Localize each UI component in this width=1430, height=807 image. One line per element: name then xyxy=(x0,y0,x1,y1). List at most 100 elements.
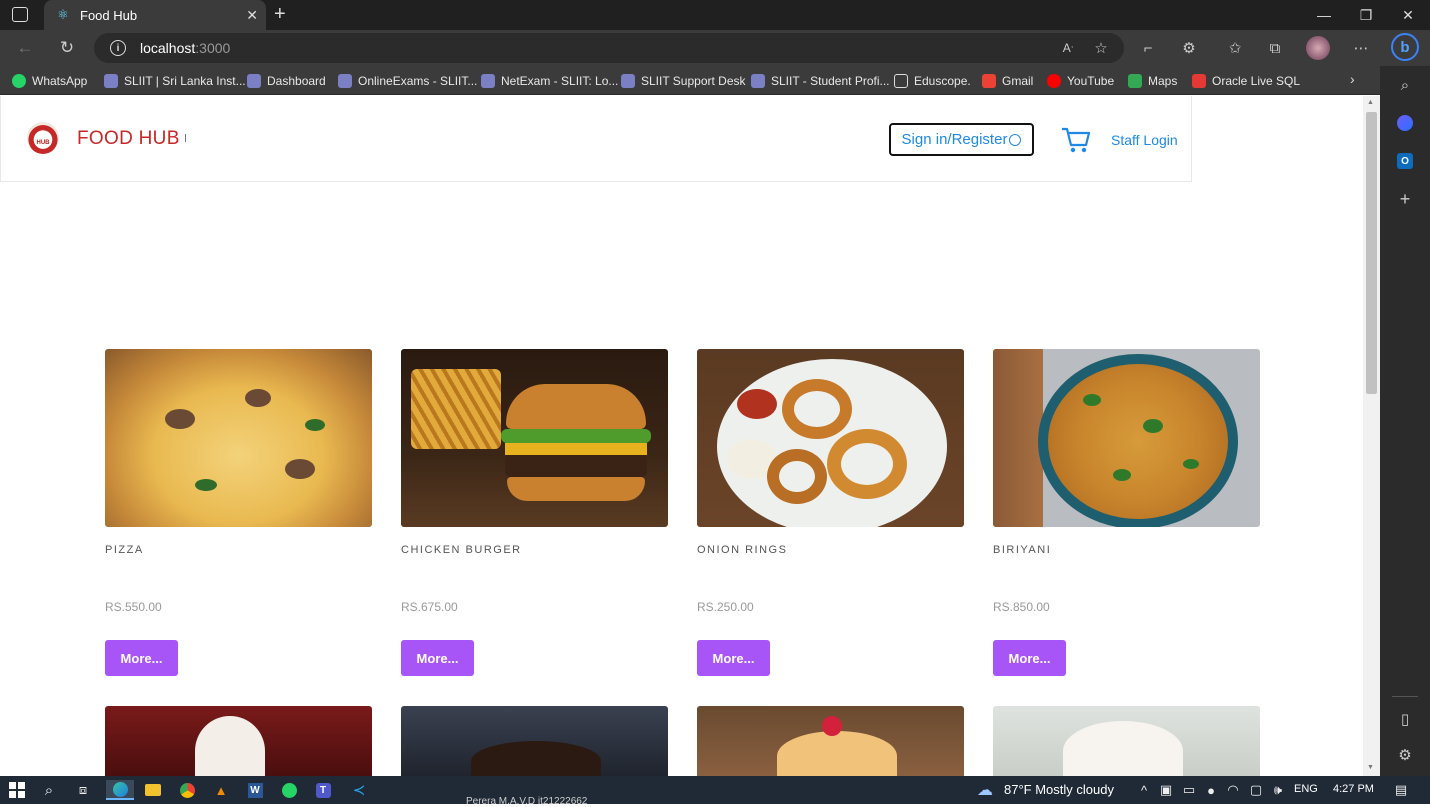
product-name: ONION RINGS xyxy=(697,544,788,556)
more-button[interactable]: More... xyxy=(401,640,474,676)
add-icon[interactable]: + xyxy=(1392,186,1418,212)
bookmark-eduscope[interactable]: Eduscope. xyxy=(894,71,971,91)
search-icon[interactable]: ⌕ xyxy=(1392,72,1418,98)
minimize-icon[interactable]: — xyxy=(1302,0,1346,30)
bookmark-sliit[interactable]: SLIIT | Sri Lanka Inst... xyxy=(104,71,246,91)
bing-chat-icon[interactable]: b xyxy=(1391,33,1419,61)
bookmark-youtube[interactable]: YouTube xyxy=(1047,71,1114,91)
react-icon: ⚛ xyxy=(57,7,69,22)
pizza-image[interactable] xyxy=(105,349,372,527)
chevron-right-icon[interactable]: › xyxy=(1350,71,1355,87)
copilot-icon[interactable] xyxy=(1392,110,1418,136)
collections-icon[interactable]: ⧉ xyxy=(1262,36,1288,60)
scroll-thumb[interactable] xyxy=(1366,112,1377,394)
cloud-icon: ☁ xyxy=(977,782,993,799)
onion-rings-image[interactable] xyxy=(697,349,964,527)
shield-icon xyxy=(481,74,495,88)
brand-name[interactable]: FOOD HUB xyxy=(77,128,180,150)
chrome-icon[interactable] xyxy=(176,780,198,800)
add-favorite-icon[interactable]: ☆ xyxy=(1088,36,1114,60)
whatsapp-icon[interactable] xyxy=(278,780,300,800)
profile-avatar[interactable] xyxy=(1306,36,1330,60)
shield-icon xyxy=(104,74,118,88)
more-button[interactable]: More... xyxy=(993,640,1066,676)
teams-icon[interactable]: T xyxy=(312,780,334,800)
extensions-icon[interactable]: ⚙ xyxy=(1176,36,1202,60)
display-icon[interactable]: ▢ xyxy=(1245,780,1267,800)
cart-icon[interactable] xyxy=(1061,126,1091,154)
bookmark-maps[interactable]: Maps xyxy=(1128,71,1177,91)
new-tab-icon[interactable]: + xyxy=(274,3,286,26)
sign-in-register-button[interactable]: Sign in/Register xyxy=(889,123,1034,156)
scroll-down-icon[interactable]: ▼ xyxy=(1367,764,1374,771)
settings-icon[interactable]: ⚙ xyxy=(1392,742,1418,768)
product-image-dessert-2[interactable] xyxy=(401,706,668,776)
bookmark-netexam[interactable]: NetExam - SLIIT: Lo... xyxy=(481,71,618,91)
bookmarks-bar: WhatsApp SLIIT | Sri Lanka Inst... Dashb… xyxy=(0,66,1380,95)
product-image-dessert-1[interactable] xyxy=(105,706,372,776)
volume-icon[interactable]: 🕪 xyxy=(1267,780,1289,800)
bookmark-dashboard[interactable]: Dashboard xyxy=(247,71,326,91)
refresh-icon[interactable]: ↻ xyxy=(54,36,80,60)
product-card-pizza: PIZZA RS.550.00 More... xyxy=(105,349,372,676)
product-name: BIRIYANI xyxy=(993,544,1052,556)
product-image-cupcakes[interactable] xyxy=(993,706,1260,776)
favorites-icon[interactable]: ✩ xyxy=(1222,36,1248,60)
sidebar-panel-icon[interactable]: ▯ xyxy=(1392,706,1418,732)
bookmark-whatsapp[interactable]: WhatsApp xyxy=(12,71,87,91)
staff-login-link[interactable]: Staff Login xyxy=(1111,132,1178,148)
page-scrollbar[interactable]: ▲ ▼ xyxy=(1363,96,1380,776)
bookmark-gmail[interactable]: Gmail xyxy=(982,71,1033,91)
microphone-icon[interactable]: ● xyxy=(1200,780,1222,800)
url-input[interactable]: i localhost:3000 xyxy=(94,33,1124,63)
chevron-up-icon[interactable]: ^ xyxy=(1133,780,1155,800)
tab-actions-icon[interactable] xyxy=(12,7,28,22)
read-aloud-icon[interactable]: Aᐧ xyxy=(1055,36,1081,60)
notifications-icon[interactable]: ▤ xyxy=(1390,780,1412,800)
product-image-pancakes[interactable] xyxy=(697,706,964,776)
maps-icon xyxy=(1128,74,1142,88)
bookmark-support-desk[interactable]: SLIIT Support Desk xyxy=(621,71,746,91)
battery-icon[interactable]: ▭ xyxy=(1178,780,1200,800)
bookmark-oracle[interactable]: Oracle Live SQL xyxy=(1192,71,1300,91)
windows-taskbar: ⌕ ⧈ ▲ W T ≺ Perera M.A.V.D it21222662 ☁ … xyxy=(0,776,1430,807)
tab-food-hub[interactable]: ⚛ Food Hub ✕ xyxy=(44,0,266,30)
scroll-up-icon[interactable]: ▲ xyxy=(1367,99,1374,106)
oracle-icon xyxy=(1192,74,1206,88)
search-icon[interactable]: ⌕ xyxy=(38,780,60,800)
restore-icon[interactable]: ❐ xyxy=(1344,0,1388,30)
product-card-biriyani: BIRIYANI RS.850.00 More... xyxy=(993,349,1260,676)
chicken-burger-image[interactable] xyxy=(401,349,668,527)
biriyani-image[interactable] xyxy=(993,349,1260,527)
product-price: RS.250.00 xyxy=(697,600,754,614)
edge-icon[interactable] xyxy=(106,780,134,800)
outlook-icon[interactable]: O xyxy=(1392,148,1418,174)
clock[interactable]: 4:27 PM xyxy=(1333,783,1374,795)
file-explorer-icon[interactable] xyxy=(142,780,164,800)
meet-now-icon[interactable]: ▣ xyxy=(1155,780,1177,800)
word-icon[interactable]: W xyxy=(244,780,266,800)
shield-icon xyxy=(247,74,261,88)
vlc-icon[interactable]: ▲ xyxy=(210,780,232,800)
site-info-icon[interactable]: i xyxy=(110,40,126,56)
windows-start-icon[interactable] xyxy=(6,780,28,800)
product-name: CHICKEN BURGER xyxy=(401,544,522,556)
extension-icon[interactable]: ⌐ xyxy=(1135,36,1161,60)
address-bar-row: ← ↻ i localhost:3000 Aᐧ ☆ ⌐ ⚙ ✩ ⧉ ⋯ b xyxy=(0,30,1430,66)
wifi-icon[interactable]: ◠ xyxy=(1222,780,1244,800)
language-indicator[interactable]: ENG xyxy=(1294,783,1318,795)
vscode-icon[interactable]: ≺ xyxy=(348,780,370,800)
back-icon[interactable]: ← xyxy=(12,36,38,60)
bookmark-onlineexams[interactable]: OnlineExams - SLIIT... xyxy=(338,71,477,91)
more-button[interactable]: More... xyxy=(697,640,770,676)
bookmark-student-profile[interactable]: SLIIT - Student Profi... xyxy=(751,71,890,91)
teams-preview-text[interactable]: Perera M.A.V.D it21222662 xyxy=(466,796,587,807)
food-hub-logo[interactable]: HUB xyxy=(27,122,59,154)
more-menu-icon[interactable]: ⋯ xyxy=(1348,36,1374,60)
more-button[interactable]: More... xyxy=(105,640,178,676)
close-tab-icon[interactable]: ✕ xyxy=(246,7,258,24)
task-view-icon[interactable]: ⧈ xyxy=(72,780,94,800)
close-window-icon[interactable]: ✕ xyxy=(1386,0,1430,30)
weather-text[interactable]: 87°F Mostly cloudy xyxy=(1004,782,1114,797)
page-content: HUB FOOD HUB Sign in/Register Staff Logi… xyxy=(0,96,1363,776)
